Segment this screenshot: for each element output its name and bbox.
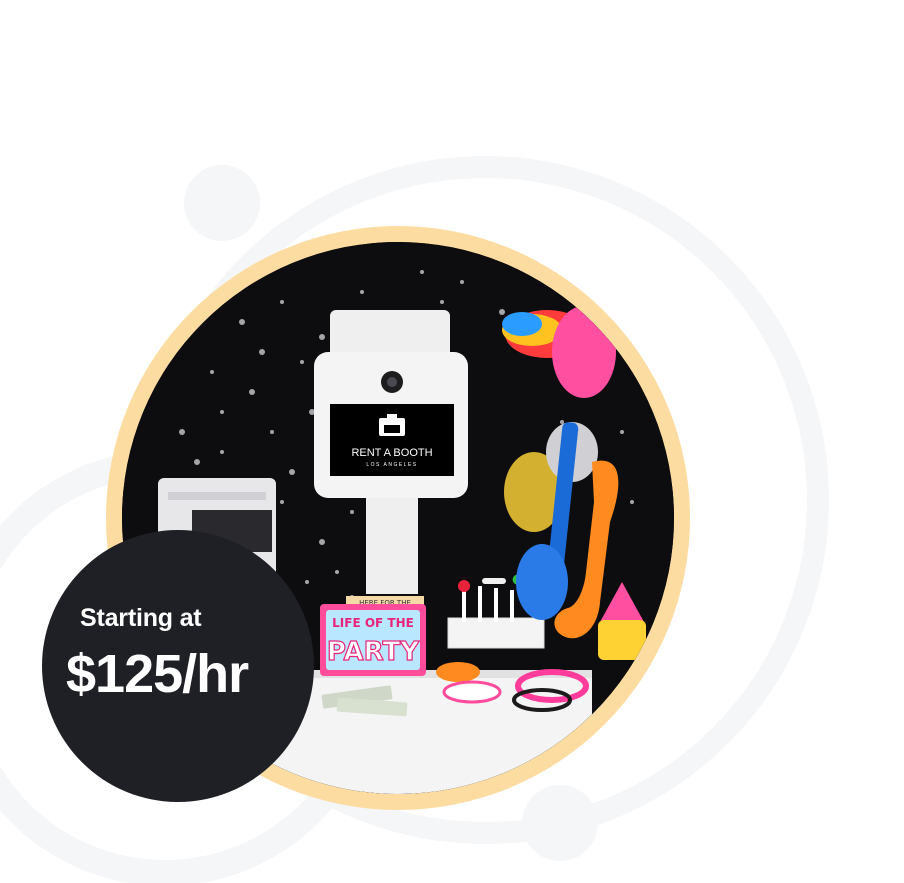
price-label: Starting at [80, 604, 202, 632]
booth-brand-name: RENT A BOOTH [351, 447, 432, 459]
price-value: $125/hr [66, 644, 249, 704]
party-sign-line2: PARTY [327, 637, 420, 667]
decorative-orbit-dot-bottom [522, 785, 598, 861]
price-badge: Starting at $125/hr [42, 530, 314, 802]
booth-brand-location: LOS ANGELES [366, 462, 417, 468]
party-sign-line1: LIFE OF THE [332, 616, 414, 630]
party-sign: HERE FOR THE LIFE OF THE PARTY [320, 596, 426, 676]
decorative-orbit-dot-top [184, 165, 260, 241]
